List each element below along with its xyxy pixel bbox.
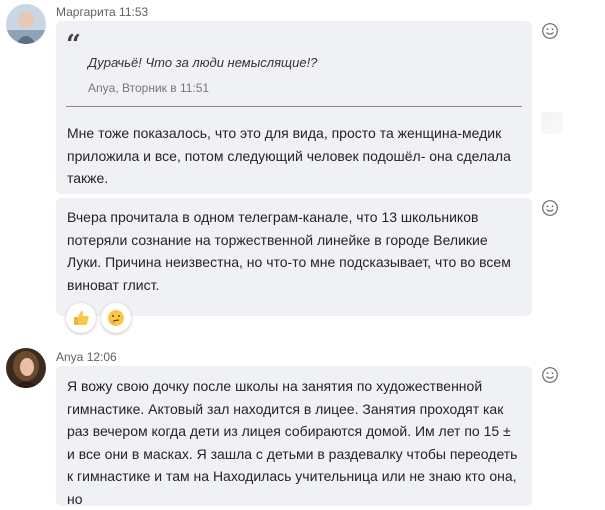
thumbs-up-icon — [74, 310, 89, 325]
reaction-thinking[interactable] — [101, 303, 131, 333]
message-bubble[interactable]: “ Дурачьё! Что за люди немыслящие!? Anya… — [56, 21, 532, 194]
quote-author-time: Anya, Вторник в 11:51 — [88, 81, 210, 95]
quote-icon: “ — [66, 30, 81, 60]
author-name[interactable]: Маргарита — [56, 5, 116, 19]
message-text: Мне тоже показалось, что это для вида, п… — [67, 125, 511, 186]
smiley-icon[interactable] — [541, 366, 561, 386]
message-header: Anya 12:06 — [56, 350, 117, 364]
quote-text[interactable]: Дурачьё! Что за люди немыслящие!? — [88, 55, 317, 70]
avatar-image — [6, 4, 46, 44]
message-time: 12:06 — [86, 350, 117, 364]
author-name[interactable]: Anya — [56, 350, 83, 364]
message-text: Я вожу свою дочку после школы на занятия… — [67, 378, 518, 507]
avatar-margarita[interactable] — [6, 4, 46, 44]
reaction-thumbs-up[interactable] — [66, 303, 96, 333]
avatar-image — [6, 348, 46, 388]
thinking-face-icon — [108, 310, 124, 326]
faded-icon — [541, 112, 563, 134]
message-bubble[interactable]: Я вожу свою дочку после школы на занятия… — [56, 366, 532, 507]
message-time: 11:53 — [119, 5, 149, 19]
smiley-icon[interactable] — [541, 199, 561, 219]
smiley-icon[interactable] — [541, 22, 561, 42]
message-header: Маргарита 11:53 — [56, 5, 148, 19]
message-bubble[interactable]: Вчера прочитала в одном телеграм-канале,… — [56, 198, 532, 316]
avatar-anya[interactable] — [6, 348, 46, 388]
message-text: Вчера прочитала в одном телеграм-канале,… — [67, 209, 511, 293]
quote-divider — [66, 106, 522, 107]
